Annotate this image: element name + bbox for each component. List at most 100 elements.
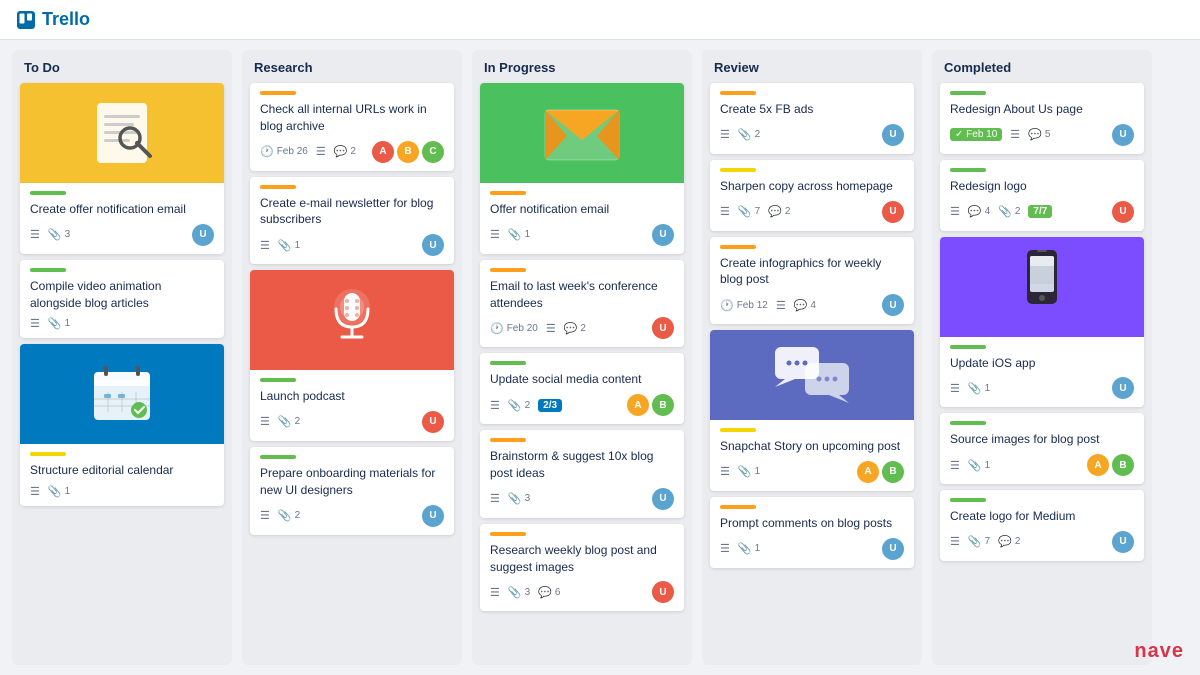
card-review-1[interactable]: Create 5x FB ads ☰ 📎 2 U (710, 83, 914, 154)
paperclip-icon: 📎 (278, 509, 292, 522)
comment-icon: 💬 (968, 205, 982, 218)
card-meta-todo-1: ☰ 📎 3 U (30, 224, 214, 246)
meta-list: ☰ (490, 399, 500, 412)
card-review-2[interactable]: Sharpen copy across homepage ☰ 📎 7 💬 2 U (710, 160, 914, 231)
card-todo-3[interactable]: Structure editorial calendar ☰ 📎 1 (20, 344, 224, 506)
meta-attachments: 📎 2 (278, 509, 300, 522)
column-todo: To Do Create offer notification email (12, 50, 232, 665)
column-header-review: Review (710, 58, 914, 77)
card-meta-completed-3: ☰ 📎 1 U (950, 377, 1134, 399)
label-orange (490, 191, 526, 195)
card-body-review-4: Snapchat Story on upcoming post ☰ 📎 1 A … (710, 420, 914, 491)
card-review-5[interactable]: Prompt comments on blog posts ☰ 📎 1 U (710, 497, 914, 568)
label-green (950, 498, 986, 502)
card-title-research-2: Create e-mail newsletter for blog subscr… (260, 195, 444, 229)
meta-attachments: 📎 2 (738, 128, 760, 141)
avatar: B (1112, 454, 1134, 476)
card-meta-research-3: ☰ 📎 2 U (260, 411, 444, 433)
meta-attachments: 📎 3 (48, 228, 70, 241)
card-title-completed-1: Redesign About Us page (950, 101, 1134, 118)
card-title-completed-2: Redesign logo (950, 178, 1134, 195)
card-research-4[interactable]: Prepare onboarding materials for new UI … (250, 447, 454, 535)
avatar: U (652, 488, 674, 510)
card-body-review-2: Sharpen copy across homepage ☰ 📎 7 💬 2 U (710, 160, 914, 231)
avatar: U (882, 124, 904, 146)
column-inprogress: In Progress Offer notification email ☰ 📎… (472, 50, 692, 665)
card-todo-1[interactable]: Create offer notification email ☰ 📎 3 U (20, 83, 224, 254)
avatar-row: A B (627, 394, 674, 416)
card-meta-completed-4: ☰ 📎 1 A B (950, 454, 1134, 476)
card-review-4[interactable]: Snapchat Story on upcoming post ☰ 📎 1 A … (710, 330, 914, 491)
label-green (950, 345, 986, 349)
card-research-3[interactable]: Launch podcast ☰ 📎 2 U (250, 270, 454, 441)
list-icon: ☰ (720, 465, 730, 478)
card-meta-todo-2: ☰ 📎 1 (30, 317, 214, 330)
card-meta-completed-1: ✓ Feb 10 ☰ 💬 5 U (950, 124, 1134, 146)
card-todo-2[interactable]: Compile video animation alongside blog a… (20, 260, 224, 339)
card-inprogress-4[interactable]: Brainstorm & suggest 10x blog post ideas… (480, 430, 684, 518)
meta-list: ☰ (720, 465, 730, 478)
meta-list: ☰ (30, 228, 40, 241)
card-inprogress-5[interactable]: Research weekly blog post and suggest im… (480, 524, 684, 612)
list-icon: ☰ (776, 299, 786, 312)
meta-list: ☰ (1010, 128, 1020, 141)
card-meta-review-2: ☰ 📎 7 💬 2 U (720, 201, 904, 223)
avatar: B (652, 394, 674, 416)
card-body-research-3: Launch podcast ☰ 📎 2 U (250, 370, 454, 441)
label-green (950, 91, 986, 95)
avatar-row: U (422, 234, 444, 256)
meta-list: ☰ (950, 535, 960, 548)
card-title-inprogress-5: Research weekly blog post and suggest im… (490, 542, 674, 576)
column-title-todo: To Do (24, 60, 60, 75)
meta-comments: 💬 6 (538, 586, 560, 599)
card-inprogress-2[interactable]: Email to last week's conference attendee… (480, 260, 684, 348)
card-title-inprogress-1: Offer notification email (490, 201, 674, 218)
card-meta-completed-2: ☰ 💬 4 📎 2 7/7 U (950, 201, 1134, 223)
avatar-row: U (882, 294, 904, 316)
avatar: U (882, 294, 904, 316)
list-icon: ☰ (720, 205, 730, 218)
avatar-row: U (882, 201, 904, 223)
card-body-todo-3: Structure editorial calendar ☰ 📎 1 (20, 444, 224, 506)
avatar-row: U (652, 317, 674, 339)
card-meta-research-1: 🕐 Feb 26 ☰ 💬 2 A B C (260, 141, 444, 163)
paperclip-icon: 📎 (508, 399, 522, 412)
clock-icon: 🕐 (490, 322, 504, 335)
meta-list: ☰ (30, 317, 40, 330)
meta-attachments: 📎 1 (508, 228, 530, 241)
list-icon: ☰ (30, 317, 40, 330)
list-icon: ☰ (950, 205, 960, 218)
list-icon: ☰ (490, 492, 500, 505)
meta-list: ☰ (776, 299, 786, 312)
card-completed-2[interactable]: Redesign logo ☰ 💬 4 📎 2 7/7 U (940, 160, 1144, 231)
card-completed-4[interactable]: Source images for blog post ☰ 📎 1 A B (940, 413, 1144, 484)
card-review-3[interactable]: Create infographics for weekly blog post… (710, 237, 914, 325)
meta-list: ☰ (720, 128, 730, 141)
card-body-inprogress-1: Offer notification email ☰ 📎 1 U (480, 183, 684, 254)
meta-attachments: 📎 2 (998, 205, 1020, 218)
meta-attachments: 📎 1 (968, 459, 990, 472)
microphone-illustration (312, 275, 392, 365)
list-icon: ☰ (490, 586, 500, 599)
card-body-inprogress-2: Email to last week's conference attendee… (480, 260, 684, 348)
card-image-chat (710, 330, 914, 420)
meta-list: ☰ (490, 228, 500, 241)
card-completed-1[interactable]: Redesign About Us page ✓ Feb 10 ☰ 💬 5 U (940, 83, 1144, 154)
avatar-row: U (1112, 201, 1134, 223)
card-inprogress-3[interactable]: Update social media content ☰ 📎 2 2/3 A … (480, 353, 684, 424)
column-title-inprogress: In Progress (484, 60, 556, 75)
card-research-2[interactable]: Create e-mail newsletter for blog subscr… (250, 177, 454, 265)
comment-icon: 💬 (1028, 128, 1042, 141)
label-orange (720, 245, 756, 249)
card-inprogress-1[interactable]: Offer notification email ☰ 📎 1 U (480, 83, 684, 254)
card-body-completed-1: Redesign About Us page ✓ Feb 10 ☰ 💬 5 U (940, 83, 1144, 154)
list-icon: ☰ (950, 535, 960, 548)
card-completed-5[interactable]: Create logo for Medium ☰ 📎 7 💬 2 U (940, 490, 1144, 561)
card-body-completed-4: Source images for blog post ☰ 📎 1 A B (940, 413, 1144, 484)
column-completed: Completed Redesign About Us page ✓ Feb 1… (932, 50, 1152, 665)
card-research-1[interactable]: Check all internal URLs work in blog arc… (250, 83, 454, 171)
meta-list: ☰ (260, 239, 270, 252)
card-title-completed-4: Source images for blog post (950, 431, 1134, 448)
card-completed-3[interactable]: Update iOS app ☰ 📎 1 U (940, 237, 1144, 408)
column-header-inprogress: In Progress (480, 58, 684, 77)
